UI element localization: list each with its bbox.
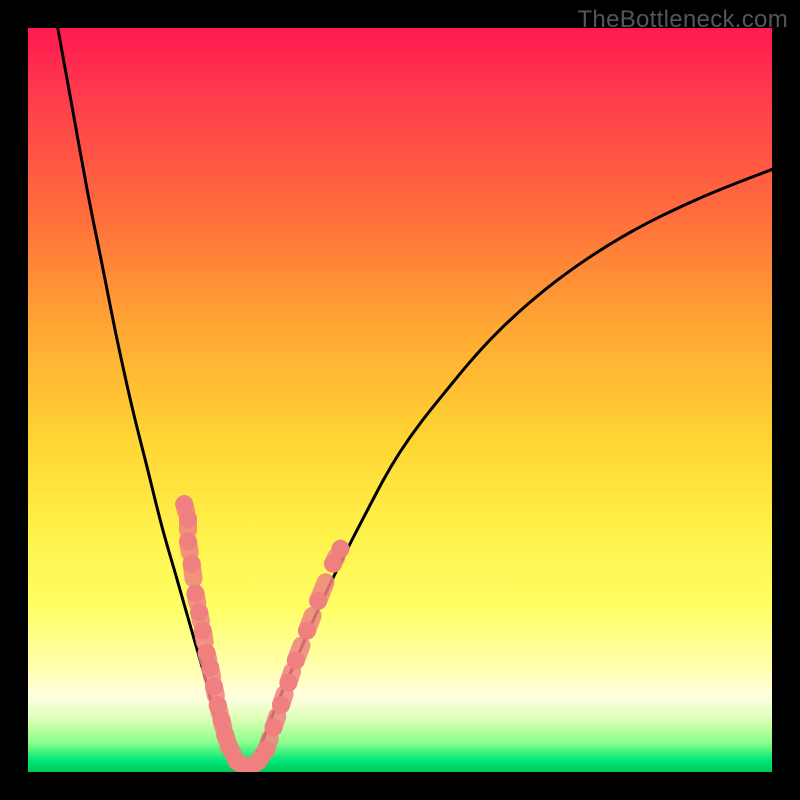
marker-dot [287,651,305,669]
marker-dot [194,622,212,640]
marker-dot [279,674,297,692]
marker-dot [179,532,197,550]
plot-area [28,28,772,772]
curve-layer [28,28,772,772]
marker-dot [272,696,290,714]
marker-dot [257,741,275,759]
marker-dot [265,718,283,736]
marker-dot [205,677,223,695]
marker-dot [179,510,197,528]
marker-dot [298,622,316,640]
marker-dot [190,603,208,621]
marker-dot [309,592,327,610]
curve-right-branch [244,169,772,768]
outer-frame: TheBottleneck.com [0,0,800,800]
watermark-label: TheBottleneck.com [577,6,788,34]
marker-dot [331,540,349,558]
marker-cluster [175,495,349,772]
v-curve [58,28,772,768]
marker-dot [183,555,201,573]
marker-dot [186,584,204,602]
marker-dot [201,659,219,677]
